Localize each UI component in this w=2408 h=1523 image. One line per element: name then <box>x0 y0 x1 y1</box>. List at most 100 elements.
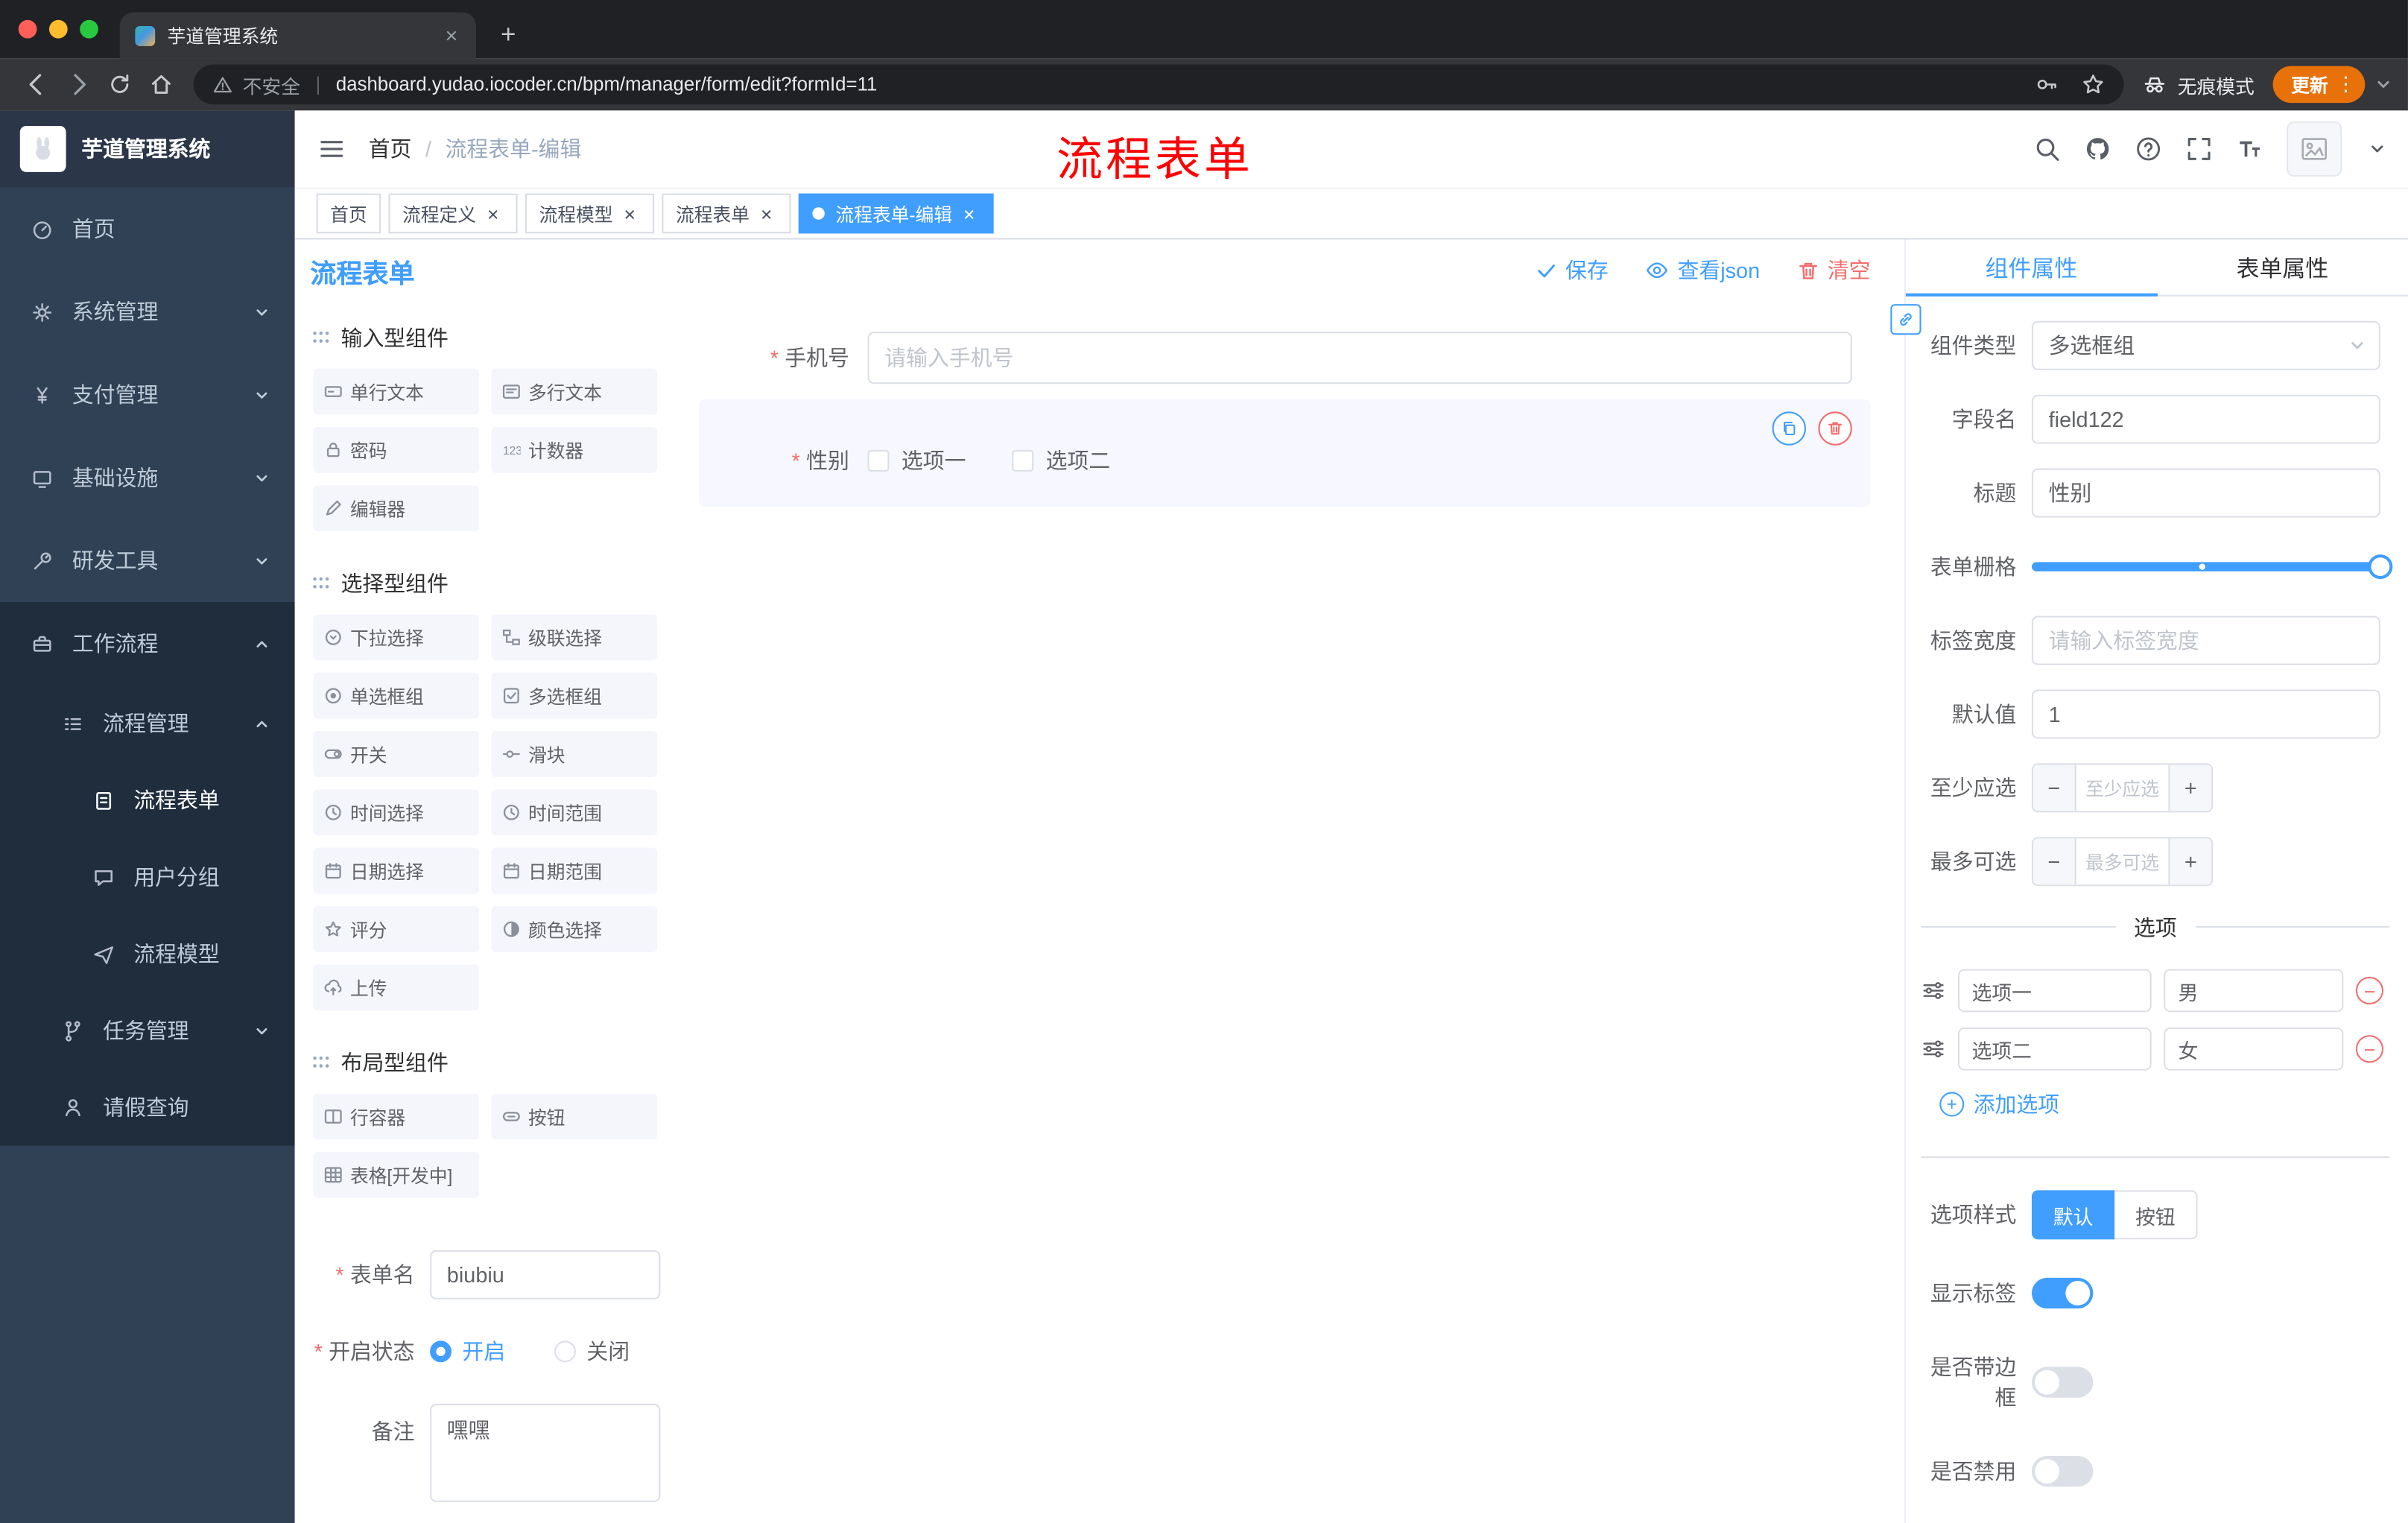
address-bar[interactable]: 不安全 | dashboard.yudao.iocoder.cn/bpm/man… <box>193 64 2124 105</box>
palette-item-counter[interactable]: 123 计数器 <box>491 427 658 473</box>
browser-tab[interactable]: 芋道管理系统 × <box>119 12 476 59</box>
increment-button[interactable]: + <box>2168 838 2212 885</box>
forward-button[interactable] <box>57 64 98 106</box>
drag-handle-icon[interactable] <box>1921 978 1946 1003</box>
option-2-value-input[interactable] <box>2164 1027 2344 1071</box>
tab-form-props[interactable]: 表单属性 <box>2157 240 2408 295</box>
save-button[interactable]: 保存 <box>1536 255 1609 285</box>
border-toggle[interactable] <box>2031 1367 2094 1398</box>
update-button[interactable]: 更新 ⋮ <box>2272 66 2366 104</box>
palette-item-time-range[interactable]: 时间范围 <box>491 789 658 836</box>
palette-item-date-picker[interactable]: 日期选择 <box>313 847 480 894</box>
sidebar-item-process-form[interactable]: 流程表单 <box>0 762 295 838</box>
link-icon-button[interactable] <box>1890 304 1921 335</box>
default-value-input[interactable] <box>2031 689 2380 739</box>
phone-input[interactable] <box>867 332 1852 384</box>
window-close-button[interactable] <box>18 19 37 39</box>
copy-component-button[interactable] <box>1772 411 1806 446</box>
label-width-input[interactable] <box>2031 615 2380 665</box>
sidebar-item-process-management[interactable]: 流程管理 <box>0 685 295 762</box>
canvas-field-phone[interactable]: 手机号 <box>699 332 1852 384</box>
sidebar-item-infrastructure[interactable]: 基础设施 <box>0 436 295 519</box>
palette-item-password[interactable]: 密码 <box>313 427 480 473</box>
slider-handle[interactable] <box>2368 554 2393 580</box>
gender-option-1-checkbox[interactable]: 选项一 <box>867 446 966 476</box>
hamburger-icon[interactable] <box>295 135 369 162</box>
remove-option-button[interactable]: − <box>2355 976 2383 1005</box>
sidebar-item-task-management[interactable]: 任务管理 <box>0 992 295 1069</box>
palette-item-radio-group[interactable]: 单选框组 <box>313 672 480 719</box>
search-icon[interactable] <box>2033 135 2061 162</box>
form-canvas[interactable]: 手机号 性别 <box>680 301 1904 1523</box>
delete-component-button[interactable] <box>1818 411 1852 446</box>
back-button[interactable] <box>16 64 57 106</box>
avatar[interactable] <box>2287 121 2342 177</box>
option-1-label-input[interactable] <box>1958 969 2152 1013</box>
style-default-button[interactable]: 默认 <box>2031 1190 2115 1240</box>
palette-item-rate[interactable]: 评分 <box>313 906 480 952</box>
palette-item-cascader[interactable]: 级联选择 <box>491 614 658 661</box>
gender-option-2-checkbox[interactable]: 选项二 <box>1012 446 1110 476</box>
tag-home[interactable]: 首页 <box>316 193 381 234</box>
reload-button[interactable] <box>98 64 140 106</box>
palette-item-single-line-text[interactable]: 单行文本 <box>313 368 480 415</box>
tag-close-icon[interactable]: × <box>619 203 641 224</box>
breadcrumb-home[interactable]: 首页 <box>369 133 412 164</box>
tag-process-definition[interactable]: 流程定义 × <box>388 193 518 234</box>
sidebar-item-process-model[interactable]: 流程模型 <box>0 915 295 992</box>
palette-item-row-container[interactable]: 行容器 <box>313 1093 480 1140</box>
tag-close-icon[interactable]: × <box>958 203 980 224</box>
caret-down-icon[interactable] <box>2368 140 2386 159</box>
help-icon[interactable] <box>2135 135 2162 162</box>
disabled-toggle[interactable] <box>2031 1456 2094 1487</box>
sidebar-item-leave-query[interactable]: 请假查询 <box>0 1069 295 1146</box>
option-1-value-input[interactable] <box>2164 969 2344 1013</box>
decrement-button[interactable]: − <box>2033 838 2076 885</box>
sidebar-item-payment[interactable]: 支付管理 <box>0 353 295 436</box>
remark-textarea[interactable]: 嘿嘿 <box>430 1403 661 1502</box>
min-select-value[interactable]: 至少应选 <box>2076 764 2169 811</box>
sidebar-item-home[interactable]: 首页 <box>0 187 295 270</box>
drag-handle-icon[interactable] <box>1921 1036 1946 1061</box>
palette-item-date-range[interactable]: 日期范围 <box>491 847 658 894</box>
tag-close-icon[interactable]: × <box>755 203 777 224</box>
show-label-toggle[interactable] <box>2031 1277 2094 1309</box>
status-on-radio[interactable]: 开启 <box>430 1336 505 1367</box>
view-json-button[interactable]: 查看json <box>1645 255 1760 285</box>
bookmark-star-icon[interactable] <box>2081 72 2106 97</box>
tag-process-form[interactable]: 流程表单 × <box>662 193 791 234</box>
tab-component-props[interactable]: 组件属性 <box>1905 240 2157 297</box>
palette-item-color-picker[interactable]: 颜色选择 <box>491 906 658 952</box>
status-off-radio[interactable]: 关闭 <box>554 1336 630 1367</box>
tab-close-icon[interactable]: × <box>440 23 464 48</box>
increment-button[interactable]: + <box>2168 764 2212 811</box>
sidebar-item-workflow[interactable]: 工作流程 <box>0 602 295 685</box>
add-option-button[interactable]: + 添加选项 <box>1939 1089 2408 1119</box>
palette-item-table[interactable]: 表格[开发中] <box>313 1151 480 1198</box>
option-2-label-input[interactable] <box>1958 1027 2152 1071</box>
field-name-input[interactable] <box>2031 394 2380 444</box>
window-zoom-button[interactable] <box>80 19 98 39</box>
tag-close-icon[interactable]: × <box>482 203 504 224</box>
new-tab-button[interactable]: + <box>488 16 528 56</box>
form-name-input[interactable] <box>430 1250 661 1299</box>
fullscreen-icon[interactable] <box>2185 135 2213 162</box>
sidebar-item-devtools[interactable]: 研发工具 <box>0 519 295 602</box>
password-key-icon[interactable] <box>2035 72 2059 97</box>
window-minimize-button[interactable] <box>48 19 68 39</box>
palette-item-upload[interactable]: 上传 <box>313 964 480 1011</box>
toolbar-caret-icon[interactable] <box>2374 75 2393 94</box>
palette-item-multi-line-text[interactable]: 多行文本 <box>491 368 658 415</box>
palette-item-slider[interactable]: 滑块 <box>491 731 658 777</box>
palette-item-time-picker[interactable]: 时间选择 <box>313 789 480 836</box>
grid-slider[interactable] <box>2031 542 2393 592</box>
palette-item-editor[interactable]: 编辑器 <box>313 485 480 532</box>
sidebar-item-user-groups[interactable]: 用户分组 <box>0 838 295 915</box>
title-input[interactable] <box>2031 468 2380 518</box>
palette-item-checkbox-group[interactable]: 多选框组 <box>491 672 658 719</box>
tag-process-form-edit[interactable]: 流程表单-编辑 × <box>798 193 994 234</box>
component-type-select[interactable]: 多选框组 <box>2031 320 2380 370</box>
sidebar-item-system[interactable]: 系统管理 <box>0 270 295 353</box>
github-icon[interactable] <box>2084 135 2111 162</box>
tag-process-model[interactable]: 流程模型 × <box>525 193 655 234</box>
